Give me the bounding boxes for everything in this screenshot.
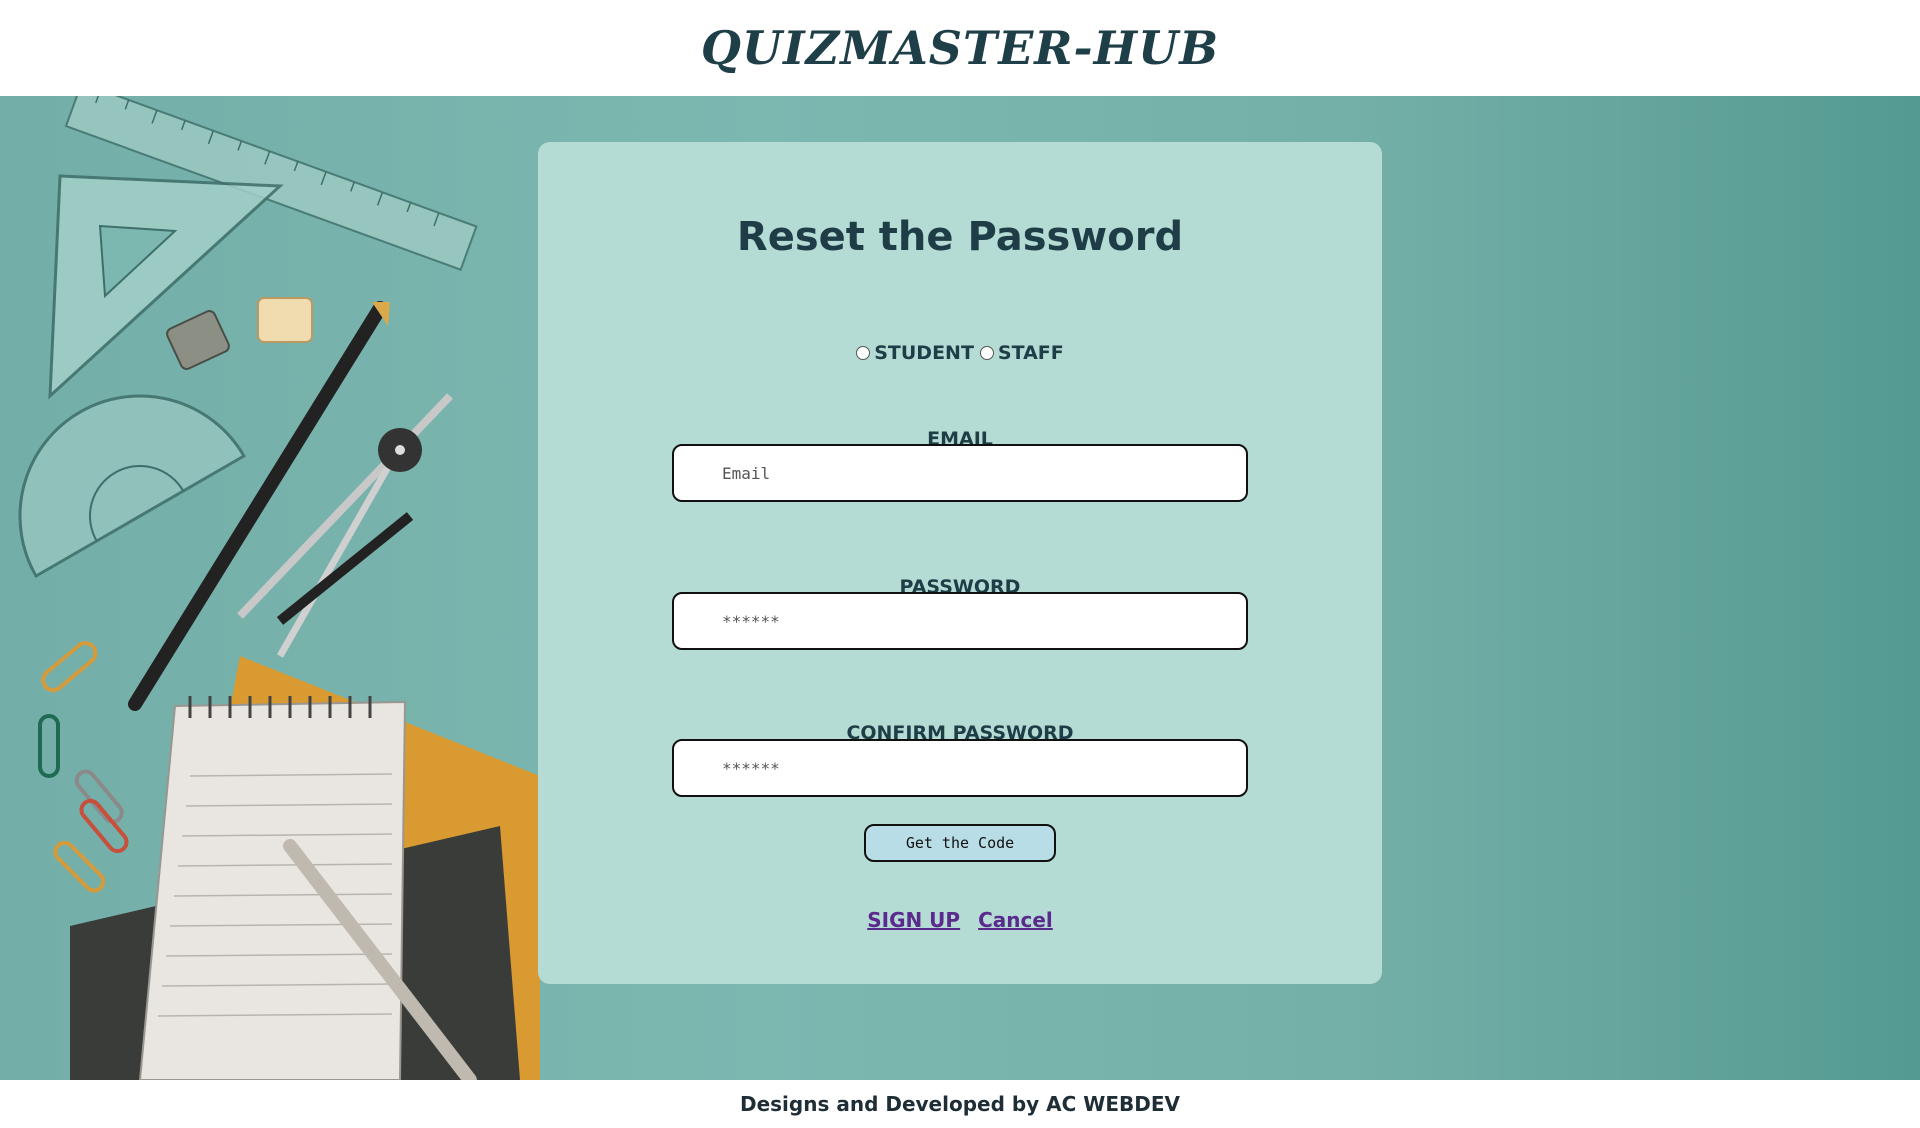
form-links: SIGN UP Cancel: [538, 908, 1382, 932]
get-code-button[interactable]: Get the Code: [864, 824, 1056, 862]
page-title: Reset the Password: [736, 214, 1184, 260]
student-radio-label: STUDENT: [874, 342, 974, 364]
footer-credit: Designs and Developed by AC WEBDEV: [739, 1092, 1181, 1116]
cancel-link[interactable]: Cancel: [978, 908, 1053, 932]
site-footer: Designs and Developed by AC WEBDEV: [0, 1080, 1920, 1128]
stationery-illustration: [18, 96, 540, 1080]
role-selector: STUDENT STAFF: [538, 342, 1382, 364]
paper-clips-illustration: [38, 641, 129, 893]
password-field-wrapper: [672, 592, 1248, 650]
role-option-student[interactable]: STUDENT: [856, 342, 974, 364]
hero-background: Reset the Password STUDENT STAFF EMAIL P…: [0, 96, 1920, 1080]
email-field-wrapper: [672, 444, 1248, 502]
eraser-illustration: [257, 297, 313, 343]
sharpener-illustration: [166, 310, 230, 370]
protractor-illustration: [18, 394, 246, 579]
password-field[interactable]: [722, 611, 1246, 631]
set-square-illustration: [48, 174, 284, 400]
staff-radio-label: STAFF: [997, 342, 1064, 364]
confirm-password-field[interactable]: [722, 758, 1246, 778]
confirm-password-field-wrapper: [672, 739, 1248, 797]
site-logo[interactable]: QUIZMASTER-HUB: [701, 21, 1219, 75]
site-header: QUIZMASTER-HUB: [0, 0, 1920, 96]
student-radio[interactable]: [856, 346, 871, 360]
notebooks-illustration: [70, 656, 540, 1080]
compass-illustration: [237, 393, 453, 658]
email-field[interactable]: [722, 463, 1246, 483]
staff-radio[interactable]: [979, 346, 994, 360]
reset-password-card: Reset the Password STUDENT STAFF EMAIL P…: [538, 142, 1382, 984]
role-option-staff[interactable]: STAFF: [979, 342, 1064, 364]
signup-link[interactable]: SIGN UP: [867, 908, 960, 932]
